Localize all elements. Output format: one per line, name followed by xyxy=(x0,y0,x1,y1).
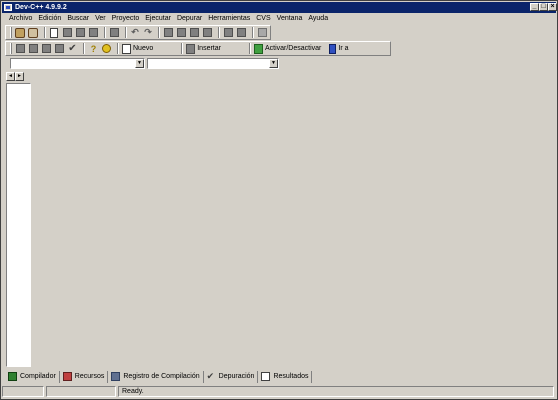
activar-desactivar-button[interactable]: Activar/Desactivar xyxy=(253,43,322,54)
tab-compilador[interactable]: Compilador xyxy=(5,370,60,383)
replace-icon[interactable] xyxy=(176,27,187,38)
ir-a-label: Ir a xyxy=(338,45,349,52)
toolbar-separator xyxy=(83,43,85,54)
toolbar-separator xyxy=(103,27,106,38)
tab-recursos-label: Recursos xyxy=(74,373,105,380)
compile-log-icon xyxy=(111,372,121,381)
project-explorer-panel[interactable] xyxy=(6,83,31,367)
compiler-icon xyxy=(8,372,17,381)
insertar-label: Insertar xyxy=(197,45,221,52)
tab-registro-compilacion[interactable]: Registro de Compilación xyxy=(108,370,204,383)
find-next-icon[interactable] xyxy=(189,27,200,38)
status-cell-message: Ready. xyxy=(118,386,554,397)
compile-icon[interactable] xyxy=(15,43,26,54)
app-icon[interactable] xyxy=(4,4,12,11)
toolbar-grip[interactable] xyxy=(10,43,12,54)
main-window: Dev-C++ 4.9.9.2 _ □ × Archivo Edición Bu… xyxy=(0,0,558,400)
nuevo-label: Nuevo xyxy=(133,45,154,52)
redo-icon[interactable]: ↷ xyxy=(143,27,154,38)
save-all-icon[interactable] xyxy=(88,27,99,38)
find-icon[interactable] xyxy=(163,27,174,38)
bottom-tabs: Compilador Recursos Registro de Compilac… xyxy=(5,370,313,383)
new-file-icon xyxy=(122,43,131,54)
check-icon[interactable]: ✔ xyxy=(67,43,78,54)
menu-ventana[interactable]: Ventana xyxy=(274,13,306,24)
class-browser-icon[interactable] xyxy=(28,27,39,38)
ir-a-button[interactable]: Ir a xyxy=(329,43,349,54)
menu-ejecutar[interactable]: Ejecutar xyxy=(142,13,174,24)
toggle-bookmark-icon[interactable] xyxy=(257,27,268,38)
maximize-button[interactable]: □ xyxy=(539,3,548,11)
insertar-button[interactable]: Insertar xyxy=(186,43,221,54)
tab-depuracion-label: Depuración xyxy=(218,373,255,380)
rebuild-icon[interactable] xyxy=(54,43,65,54)
goto-line-icon[interactable] xyxy=(202,27,213,38)
toggle-icon xyxy=(253,43,263,54)
run-icon[interactable] xyxy=(28,43,39,54)
open-icon[interactable] xyxy=(62,27,73,38)
scroll-right-icon[interactable]: ► xyxy=(15,72,24,81)
window-title: Dev-C++ 4.9.9.2 xyxy=(15,4,67,11)
toolbar-separator xyxy=(248,43,251,54)
indent-icon[interactable] xyxy=(223,27,234,38)
unindent-icon[interactable] xyxy=(236,27,247,38)
toolbar-separator xyxy=(158,27,161,38)
resources-icon xyxy=(62,372,72,381)
menu-herramientas[interactable]: Herramientas xyxy=(205,13,253,24)
left-panel-tab-scroller: ◄ ► xyxy=(6,72,31,82)
tab-compilador-label: Compilador xyxy=(20,373,56,380)
new-file-icon[interactable] xyxy=(49,27,60,38)
tab-registro-label: Registro de Compilación xyxy=(123,373,200,380)
toolbar-separator xyxy=(181,43,184,54)
compile-run-icon[interactable] xyxy=(41,43,52,54)
menu-depurar[interactable]: Depurar xyxy=(174,13,205,24)
close-button[interactable]: × xyxy=(548,3,557,11)
save-icon[interactable] xyxy=(75,27,86,38)
debug-check-icon: ✔ xyxy=(206,371,215,381)
nuevo-button[interactable]: Nuevo xyxy=(122,43,153,54)
title-bar[interactable]: Dev-C++ 4.9.9.2 _ □ × xyxy=(2,2,557,13)
status-bar: Ready. xyxy=(2,386,556,398)
toolbar-separator xyxy=(218,27,221,38)
status-cell-mode xyxy=(46,386,116,397)
toolbar-separator xyxy=(124,27,127,38)
scroll-left-icon[interactable]: ◄ xyxy=(6,72,15,81)
main-toolbar: ↶ ↷ xyxy=(5,25,271,40)
toolbar-separator xyxy=(117,43,119,54)
tab-resultados-label: Resultados xyxy=(273,373,309,380)
menu-ver[interactable]: Ver xyxy=(92,13,109,24)
class-combo[interactable]: ▼ xyxy=(10,58,145,69)
activar-label: Activar/Desactivar xyxy=(264,45,322,52)
member-combo[interactable]: ▼ xyxy=(147,58,279,69)
menu-proyecto[interactable]: Proyecto xyxy=(109,13,143,24)
chevron-down-icon[interactable]: ▼ xyxy=(135,59,144,68)
toolbar-separator xyxy=(43,27,46,38)
insert-icon xyxy=(186,43,196,54)
minimize-button[interactable]: _ xyxy=(530,3,539,11)
status-cell-position xyxy=(2,386,44,397)
about-icon[interactable] xyxy=(101,43,112,54)
results-icon xyxy=(261,372,271,381)
print-icon[interactable] xyxy=(109,27,120,38)
menu-archivo[interactable]: Archivo xyxy=(6,13,35,24)
menu-edicion[interactable]: Edición xyxy=(35,13,64,24)
menu-bar: Archivo Edición Buscar Ver Proyecto Ejec… xyxy=(2,13,556,24)
project-icon[interactable] xyxy=(15,27,26,38)
undo-icon[interactable]: ↶ xyxy=(130,27,141,38)
menu-buscar[interactable]: Buscar xyxy=(64,13,92,24)
goto-icon xyxy=(329,43,337,54)
compile-toolbar: ✔ ? Nuevo Insertar Activar/Desactivar Ir… xyxy=(5,41,391,56)
tab-resultados[interactable]: Resultados xyxy=(258,370,313,383)
help-icon[interactable]: ? xyxy=(88,43,99,54)
toolbar-separator xyxy=(252,27,255,38)
tab-depuracion[interactable]: ✔ Depuración xyxy=(204,370,259,383)
menu-ayuda[interactable]: Ayuda xyxy=(305,13,331,24)
chevron-down-icon[interactable]: ▼ xyxy=(269,59,278,68)
toolbar-grip[interactable] xyxy=(10,27,12,38)
tab-recursos[interactable]: Recursos xyxy=(60,370,109,383)
menu-cvs[interactable]: CVS xyxy=(253,13,273,24)
